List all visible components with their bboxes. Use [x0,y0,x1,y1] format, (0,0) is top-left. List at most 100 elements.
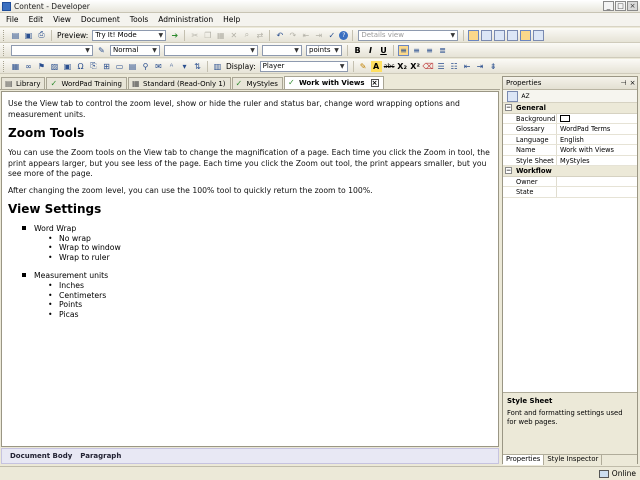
copy-icon[interactable]: ❐ [202,30,213,41]
tab-properties[interactable]: Properties [503,455,545,465]
field-icon[interactable]: ⎘ [88,61,99,72]
bullet-list-icon[interactable]: ☰ [436,61,447,72]
glossary-icon[interactable]: ⊞ [101,61,112,72]
category-general[interactable]: − General [503,103,637,114]
breadcrumb-document-body[interactable]: Document Body [10,452,72,460]
collapse-icon[interactable]: − [505,167,512,175]
close-pane-icon[interactable]: × [628,79,637,87]
align-justify-icon[interactable]: ≣ [437,45,448,56]
toolbar-grip[interactable] [3,44,6,56]
style-select[interactable]: Normal ▼ [110,44,160,56]
document-editor[interactable]: Use the View tab to control the zoom lev… [1,91,499,447]
style-brush-icon[interactable]: ✎ [96,45,107,56]
collapse-icon[interactable]: − [505,104,512,112]
property-row[interactable]: Owner [503,176,637,187]
layout-split-icon[interactable] [481,29,493,41]
new-document-icon[interactable]: ▤ [10,30,21,41]
subscript-button[interactable]: X₂ [397,61,408,72]
tab-style-inspector[interactable]: Style Inspector [544,455,603,465]
categorized-icon[interactable] [507,90,518,102]
view-select[interactable]: Details view ▼ [358,29,459,41]
spelling-icon[interactable]: ᴬ [166,61,177,72]
italic-button[interactable]: I [365,45,376,56]
keep-together-icon[interactable]: ⇟ [488,61,499,72]
align-left-icon[interactable]: ≡ [398,44,409,56]
undo-icon[interactable]: ↶ [274,30,285,41]
menu-help[interactable]: Help [223,15,240,24]
fullscreen-icon[interactable] [533,29,545,41]
redo-icon[interactable]: ↷ [287,30,298,41]
pin-icon[interactable]: ⊣ [619,79,628,87]
strikethrough-button[interactable]: abc [384,61,395,72]
breadcrumb-paragraph[interactable]: Paragraph [80,452,121,460]
align-center-icon[interactable]: ≡ [411,45,422,56]
menu-document[interactable]: Document [81,15,120,24]
property-row[interactable]: Background ... [503,113,637,124]
delete-icon[interactable]: ✕ [228,30,239,41]
property-value[interactable] [557,114,637,124]
preview-mode-select[interactable]: Try It! Mode ▼ [92,29,167,41]
layout-rows-icon[interactable] [507,29,519,41]
cut-icon[interactable]: ✂ [189,30,200,41]
highlight-icon[interactable]: ✎ [358,61,369,72]
property-row[interactable]: Language English [503,134,637,145]
help-icon[interactable]: ? [339,30,349,40]
properties-pane-icon[interactable] [520,29,532,41]
outdent-icon[interactable]: ⇤ [300,30,311,41]
spell-check-icon[interactable]: ✓ [326,30,337,41]
bookmark-icon[interactable]: ⚑ [36,61,47,72]
font-color-icon[interactable]: A [370,60,382,72]
category-workflow[interactable]: − Workflow [503,166,637,177]
property-value[interactable] [557,177,637,187]
unit-select[interactable]: points ▼ [306,44,342,56]
property-value[interactable]: MyStyles [557,156,637,166]
property-value[interactable]: Work with Views [557,145,637,155]
sort-alpha-icon[interactable]: AZ [520,91,531,102]
menu-edit[interactable]: Edit [29,15,44,24]
indent-icon[interactable]: ⇥ [313,30,324,41]
print-icon[interactable]: ⎙ [36,30,47,41]
layout-single-icon[interactable] [468,29,480,41]
property-row[interactable]: State [503,187,637,198]
superscript-button[interactable]: X² [410,61,421,72]
font-select[interactable]: ▼ [164,44,258,56]
snippet-icon[interactable]: ▤ [127,61,138,72]
replace-icon[interactable]: ⇄ [254,30,265,41]
maximize-button[interactable]: □ [615,1,626,11]
menu-view[interactable]: View [53,15,71,24]
hyperlink-icon[interactable]: ∞ [23,61,34,72]
property-value[interactable]: English [557,135,637,145]
display-select[interactable]: Player ▼ [259,60,348,72]
symbol-icon[interactable]: Ω [75,61,86,72]
paste-icon[interactable]: ▦ [215,30,226,41]
toolbar-grip[interactable] [3,60,6,72]
tab-standard[interactable]: ▦ Standard (Read-Only 1) [127,77,231,89]
menu-tools[interactable]: Tools [130,15,148,24]
close-window-button[interactable]: × [627,1,638,11]
variable-icon[interactable]: ▭ [114,61,125,72]
tab-wordpad-training[interactable]: ✓ WordPad Training [46,77,127,89]
tab-work-with-views[interactable]: ✓ Work with Views × [283,76,384,89]
comment-icon[interactable]: ✉ [153,61,164,72]
image-icon[interactable]: ▨ [49,61,60,72]
layout-columns-icon[interactable] [494,29,506,41]
align-right-icon[interactable]: ≡ [424,45,435,56]
property-value[interactable]: WordPad Terms [557,124,637,134]
bold-button[interactable]: B [352,45,363,56]
media-icon[interactable]: ▣ [62,61,73,72]
minimize-button[interactable]: _ [603,1,614,11]
menu-file[interactable]: File [6,15,19,24]
property-row[interactable]: Style Sheet MyStyles [503,155,637,166]
close-tab-icon[interactable]: × [370,79,379,87]
font-size-select[interactable]: ▼ [262,44,302,56]
property-row[interactable]: Glossary WordPad Terms [503,124,637,135]
tab-mystyles[interactable]: ✓ MyStyles [231,77,283,89]
condition-icon[interactable]: ⚲ [140,61,151,72]
toolbar-grip[interactable] [3,29,6,41]
decrease-indent-icon[interactable]: ⇤ [462,61,473,72]
property-value[interactable] [557,187,637,197]
eraser-icon[interactable]: ⌫ [422,61,433,72]
save-icon[interactable]: ▣ [23,30,34,41]
find-icon[interactable]: ⌕ [241,30,252,41]
table-icon[interactable]: ▦ [10,61,21,72]
